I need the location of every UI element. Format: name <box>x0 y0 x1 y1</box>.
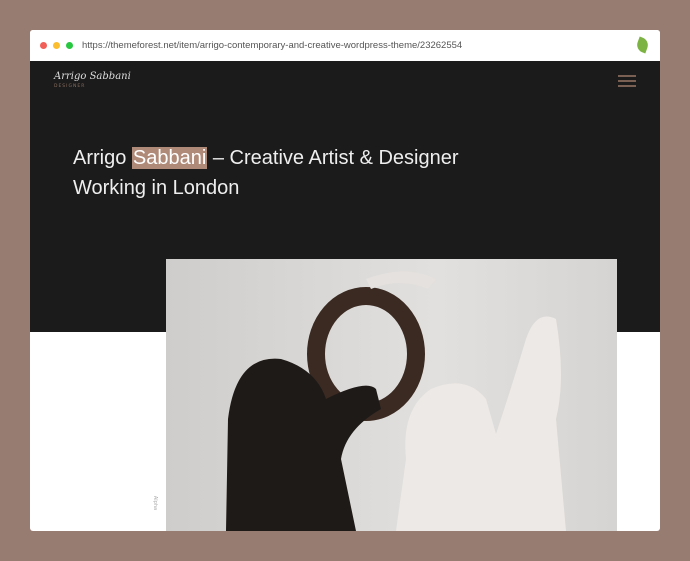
url-text[interactable]: https://themeforest.net/item/arrigo-cont… <box>82 40 462 51</box>
photo-caption: Alpha <box>152 495 159 511</box>
address-bar: https://themeforest.net/item/arrigo-cont… <box>30 30 660 61</box>
site-tagline: DESIGNER <box>54 84 86 89</box>
browser-window: https://themeforest.net/item/arrigo-cont… <box>30 30 660 531</box>
hero-title: Arrigo Sabbani – Creative Artist & Desig… <box>73 143 459 203</box>
hamburger-menu-icon[interactable] <box>618 75 636 90</box>
title-highlight: Sabbani <box>131 147 208 169</box>
hero-photo <box>166 259 617 531</box>
title-line2: Working in London <box>73 177 240 199</box>
site-logo[interactable]: Arrigo Sabbani <box>54 71 131 82</box>
envato-leaf-icon <box>634 36 651 54</box>
dark-figure <box>226 358 381 531</box>
minimize-dot[interactable] <box>53 42 60 49</box>
title-text: – Creative Artist & Designer <box>207 147 459 169</box>
close-dot[interactable] <box>40 42 47 49</box>
title-text: Arrigo <box>73 147 132 169</box>
maximize-dot[interactable] <box>66 42 73 49</box>
